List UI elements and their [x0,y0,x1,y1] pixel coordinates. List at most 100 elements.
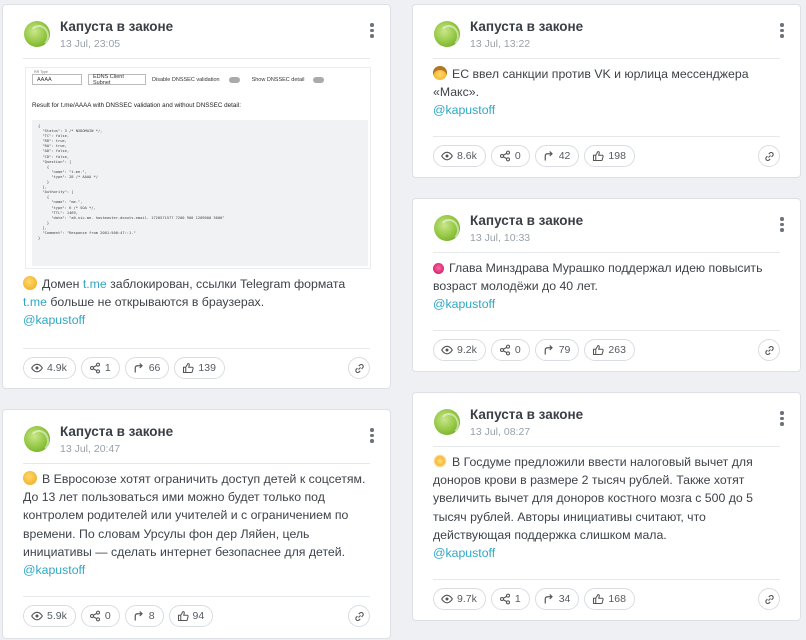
post-date[interactable]: 13 Jul, 13:22 [470,38,530,50]
shares-counter[interactable]: 0 [490,339,530,361]
channel-avatar-icon[interactable] [24,21,50,47]
share-icon [89,362,100,374]
shares-counter[interactable]: 1 [490,588,530,610]
forwards-count: 79 [558,344,571,356]
link-icon[interactable] [348,605,370,627]
post-card: Капуста в законе 13 Jul, 13:22 ЕС ввел с… [412,4,801,178]
post-stats: 9.2k 0 79 263 [433,339,635,361]
eye-icon [31,611,43,621]
post-image[interactable]: AAAA EDNS Client Subnet Disable DNSSEC v… [25,67,371,269]
thinking-emoji-icon [23,471,37,485]
views-count: 8.6k [457,150,477,162]
divider [433,252,780,253]
forwards-counter[interactable]: 66 [124,357,170,379]
post-text-body: ЕС ввел санкции против VK и юрлица мессе… [433,67,749,100]
channel-handle-link[interactable]: @kapustoff [433,295,778,313]
likes-count: 263 [608,344,626,356]
views-counter[interactable]: 9.2k [433,339,486,361]
post-link[interactable]: t.me [83,277,107,291]
post-text-body: Глава Минздрава Мурашко поддержал идею п… [433,261,763,294]
shares-count: 0 [514,150,521,162]
post-link[interactable]: t.me [23,295,47,309]
post-header: Капуста в законе 13 Jul, 10:33 [413,199,800,249]
forwards-count: 34 [558,593,571,605]
forwards-count: 66 [148,362,161,374]
more-vertical-icon[interactable] [368,23,376,41]
likes-counter[interactable]: 168 [584,588,635,610]
divider [433,136,780,137]
forwards-counter[interactable]: 79 [534,339,580,361]
channel-handle-link[interactable]: @kapustoff [433,101,778,119]
channel-avatar-icon[interactable] [434,215,460,241]
forwards-counter[interactable]: 42 [534,145,580,167]
views-counter[interactable]: 9.7k [433,588,486,610]
shares-counter[interactable]: 1 [80,357,120,379]
likes-counter[interactable]: 94 [168,605,214,627]
eye-icon [31,363,43,373]
forwards-counter[interactable]: 34 [534,588,580,610]
cowboy-emoji-icon [433,66,447,80]
thumbs-up-icon [593,344,605,356]
forwards-counter[interactable]: 8 [124,605,164,627]
eye-icon [441,594,453,604]
channel-handle-link[interactable]: @kapustoff [433,544,778,562]
views-count: 9.7k [457,593,477,605]
post-text-body: В Госдуме предложили ввести налоговый вы… [433,455,753,542]
link-icon[interactable] [758,339,780,361]
more-vertical-icon[interactable] [778,23,786,41]
channel-name[interactable]: Капуста в законе [470,19,583,34]
forwards-count: 42 [558,150,571,162]
link-icon[interactable] [348,357,370,379]
views-counter[interactable]: 4.9k [23,357,76,379]
post-text-part: больше не открываются в браузерах. [46,295,265,310]
channel-avatar-icon[interactable] [434,409,460,435]
post-date[interactable]: 13 Jul, 20:47 [60,443,120,455]
forwards-count: 8 [148,610,155,622]
channel-name[interactable]: Капуста в законе [470,407,583,422]
link-icon[interactable] [758,588,780,610]
likes-counter[interactable]: 198 [584,145,635,167]
shares-count: 1 [104,362,111,374]
channel-avatar-icon[interactable] [434,21,460,47]
post-text: Глава Минздрава Мурашко поддержал идею п… [433,259,778,314]
divider [23,348,370,349]
forward-icon [134,611,143,621]
channel-handle-link[interactable]: @kapustoff [23,311,368,329]
image-type-field: AAAA [32,74,82,85]
post-date[interactable]: 13 Jul, 23:05 [60,38,120,50]
views-count: 4.9k [47,362,67,374]
channel-name[interactable]: Капуста в законе [60,424,173,439]
more-vertical-icon[interactable] [778,217,786,235]
shares-count: 0 [514,344,521,356]
divider [23,463,370,464]
divider [433,446,780,447]
image-type-value: AAAA [37,76,52,83]
views-counter[interactable]: 8.6k [433,145,486,167]
shares-counter[interactable]: 0 [490,145,530,167]
more-vertical-icon[interactable] [368,428,376,446]
post-date[interactable]: 13 Jul, 08:27 [470,426,530,438]
post-card: Капуста в законе 13 Jul, 08:27 В Госдуме… [412,392,801,621]
channel-name[interactable]: Капуста в законе [470,213,583,228]
eye-icon [441,151,453,161]
views-counter[interactable]: 5.9k [23,605,76,627]
shares-counter[interactable]: 0 [80,605,120,627]
views-count: 9.2k [457,344,477,356]
post-header: Капуста в законе 13 Jul, 20:47 [3,410,390,460]
channel-handle-link[interactable]: @kapustoff [23,561,368,579]
link-icon[interactable] [758,145,780,167]
shares-count: 1 [514,593,521,605]
more-vertical-icon[interactable] [778,411,786,429]
likes-counter[interactable]: 139 [174,357,225,379]
post-stats: 9.7k 1 34 168 [433,588,635,610]
channel-avatar-icon[interactable] [24,426,50,452]
divider [433,330,780,331]
channel-name[interactable]: Капуста в законе [60,19,173,34]
likes-counter[interactable]: 263 [584,339,635,361]
lollipop-emoji-icon [433,263,444,274]
post-date[interactable]: 13 Jul, 10:33 [470,232,530,244]
views-count: 5.9k [47,610,67,622]
shares-count: 0 [104,610,111,622]
share-icon [499,593,510,605]
post-stats: 5.9k 0 8 94 [23,605,214,627]
